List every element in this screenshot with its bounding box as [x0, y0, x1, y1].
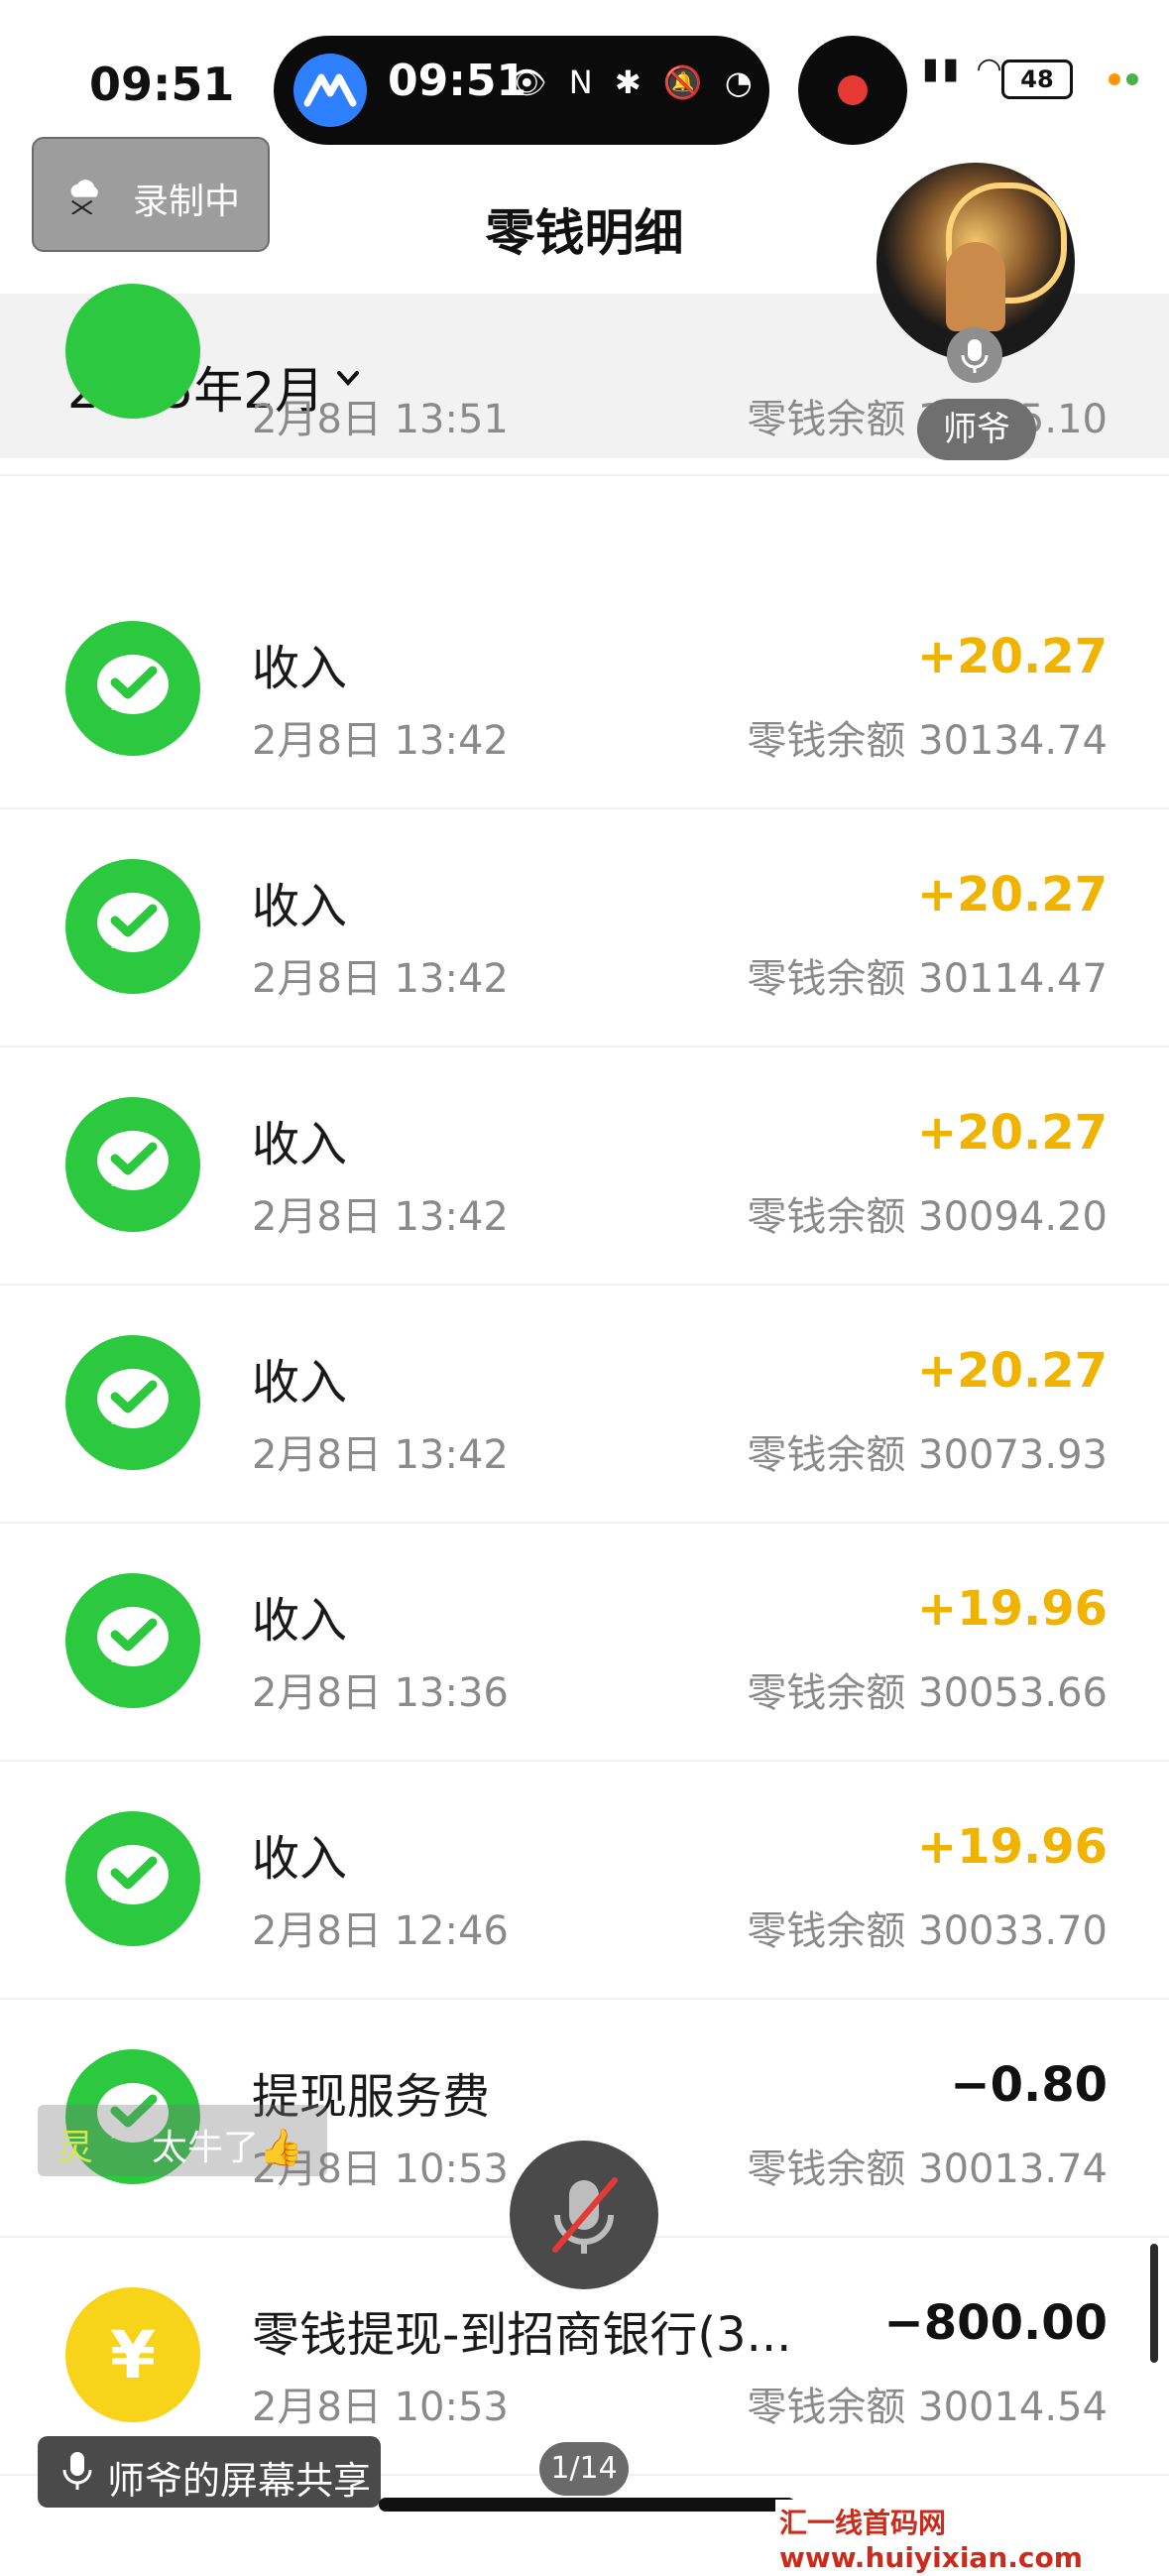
watermark: 汇一线首码网 www.huiyixian.com [775, 2500, 1169, 2576]
row-date: 2月8日 10:53 [252, 2385, 509, 2430]
row-amount: +20.27 [916, 1105, 1108, 1161]
mute-mic-button[interactable] [510, 2141, 658, 2289]
row-date: 2月8日 13:42 [252, 1194, 509, 1240]
wechat-pay-icon [65, 621, 200, 756]
row-title: 收入 [252, 1117, 348, 1172]
privacy-dot-orange-icon [1109, 73, 1120, 85]
privacy-dot-green-icon [1126, 73, 1138, 85]
row-title: 收入 [252, 1355, 348, 1411]
row-balance: 零钱余额 30134.74 [747, 718, 1108, 764]
row-date: 2月8日 12:46 [252, 1908, 509, 1954]
comment-text: 太牛了👍 [152, 2128, 303, 2168]
screen-share-chip[interactable]: 师爷的屏幕共享 [38, 2436, 381, 2508]
island-status-icons: 👁 N ✱ 🔕 ◔ [507, 63, 759, 101]
dynamic-island[interactable]: 09:51 👁 N ✱ 🔕 ◔ [274, 36, 769, 145]
presenter-name: 师爷 [917, 399, 1036, 460]
yen-icon: ¥ [65, 2287, 200, 2422]
row-title: 零钱提现-到招商银行(3... [252, 2307, 792, 2363]
row-balance: 零钱余额 30014.54 [747, 2385, 1108, 2430]
battery-icon: 48 [1001, 60, 1073, 99]
app-logo-icon [293, 54, 367, 127]
mic-icon [947, 327, 1002, 383]
list-item[interactable]: 收入 2月8日 13:42 +20.27 零钱余额 30073.93 [0, 1284, 1169, 1524]
row-amount: +19.96 [916, 1581, 1108, 1637]
row-date: 2月8日 13:42 [252, 1432, 509, 1478]
row-title: 收入 [252, 1593, 348, 1649]
row-balance: 零钱余额 30114.47 [747, 956, 1108, 1002]
page-indicator: 1/14 [539, 2442, 629, 2496]
list-item[interactable]: 收入 2月8日 13:42 +20.27 零钱余额 30114.47 [0, 807, 1169, 1047]
list-item[interactable]: 收入 2月8日 12:46 +19.96 零钱余额 30033.70 [0, 1760, 1169, 2000]
list-item[interactable]: 收入 2月8日 13:42 +20.27 零钱余额 30134.74 [0, 569, 1169, 809]
wechat-pay-icon [65, 1573, 200, 1708]
wechat-pay-icon [65, 284, 200, 419]
row-title: 收入 [252, 641, 348, 696]
row-amount: −800.00 [883, 2295, 1108, 2351]
row-date: 2月8日 13:51 [252, 397, 509, 442]
row-balance: 零钱余额 30094.20 [747, 1194, 1108, 1240]
row-balance: 零钱余额 30053.66 [747, 1670, 1108, 1716]
wechat-pay-icon [65, 1097, 200, 1232]
row-date: 2月8日 13:42 [252, 718, 509, 764]
wechat-pay-icon [65, 1335, 200, 1470]
signal-wifi-icons: ▮▮ ◠ [922, 52, 1006, 86]
wechat-pay-icon [65, 1811, 200, 1946]
status-bar: 09:51 09:51 👁 N ✱ 🔕 ◔ ▮▮ ◠ 48 [0, 0, 1169, 145]
status-time: 09:51 [89, 58, 235, 111]
record-dot-icon [838, 75, 868, 105]
home-indicator[interactable] [379, 2498, 795, 2512]
row-amount: +19.96 [916, 1819, 1108, 1875]
list-item[interactable]: 收入 2月8日 13:42 +20.27 零钱余额 30094.20 [0, 1045, 1169, 1286]
live-comment: 灵 太牛了👍 [38, 2105, 327, 2176]
row-amount: +20.27 [916, 629, 1108, 684]
row-amount: −0.80 [950, 2057, 1108, 2113]
row-balance: 零钱余额 30033.70 [747, 1908, 1108, 1954]
row-balance: 零钱余额 30073.93 [747, 1432, 1108, 1478]
share-label: 师爷的屏幕共享 [107, 2459, 372, 2503]
comment-user: 灵 [58, 2128, 94, 2168]
row-amount: +20.27 [916, 1343, 1108, 1399]
row-title: 收入 [252, 879, 348, 934]
wechat-pay-icon [65, 859, 200, 994]
list-item[interactable]: 收入 2月8日 13:36 +19.96 零钱余额 30053.66 [0, 1522, 1169, 1762]
buddha-figure [946, 242, 1005, 331]
row-balance: 零钱余额 30013.74 [747, 2147, 1108, 2192]
row-amount: +20.27 [916, 867, 1108, 922]
scrollbar[interactable] [1150, 2244, 1158, 2363]
row-title: 收入 [252, 1831, 348, 1887]
row-date: 2月8日 13:42 [252, 956, 509, 1002]
screen-record-indicator[interactable] [798, 36, 907, 145]
row-date: 2月8日 13:36 [252, 1670, 509, 1716]
mic-icon [62, 2452, 92, 2490]
